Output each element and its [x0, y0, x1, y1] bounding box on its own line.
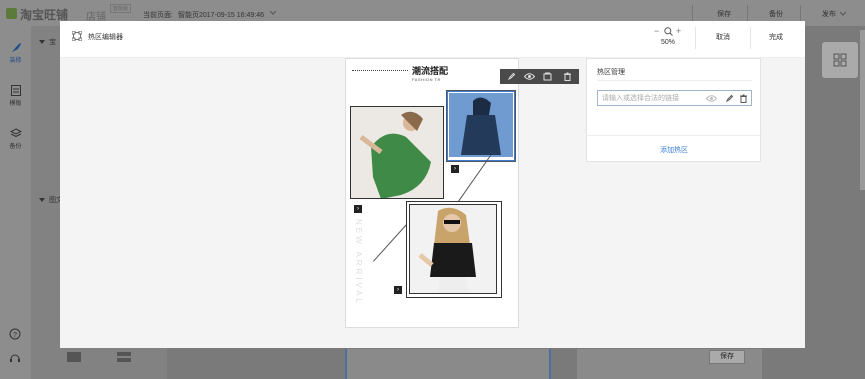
single-image-module-icon[interactable]	[67, 352, 81, 362]
trash-icon[interactable]	[563, 72, 572, 81]
zoom-in-button[interactable]: +	[676, 26, 681, 36]
hotspot-selection-border[interactable]	[447, 91, 515, 161]
rail-item-label: 装修	[9, 58, 22, 64]
bw-outfit-image	[409, 204, 497, 294]
rail-item-label: 备份	[9, 144, 22, 150]
version-badge: 智能版	[110, 4, 132, 13]
hotspot-toolbar	[500, 69, 579, 84]
vertical-text: NEW ARRIVAL	[354, 219, 363, 307]
background-save-button[interactable]: 保存	[709, 350, 745, 364]
decor-line	[456, 154, 492, 205]
module-grid-icon[interactable]	[822, 42, 858, 78]
template-icon	[10, 85, 21, 96]
double-image-module-icon[interactable]	[117, 352, 131, 362]
arrow-badge: ›	[354, 205, 362, 213]
current-page-label: 当前页面:	[143, 12, 173, 19]
zoom-level: 50%	[661, 39, 676, 46]
chevron-down-icon[interactable]	[270, 11, 276, 15]
headset-icon[interactable]	[9, 352, 21, 364]
done-button[interactable]: 完成	[769, 32, 783, 42]
panel-divider	[597, 80, 752, 81]
rail-item-label: 模板	[9, 101, 22, 107]
chevron-down-icon[interactable]	[840, 12, 846, 16]
backup-icon	[9, 128, 22, 138]
eye-icon[interactable]	[524, 72, 535, 81]
bw-outfit-frame	[406, 201, 502, 298]
svg-text:?: ?	[13, 332, 17, 339]
topbar-divider	[747, 5, 748, 21]
canvas-subtitle: FASHION TR	[412, 77, 441, 82]
copy-icon[interactable]	[543, 72, 552, 81]
add-hotspot-button[interactable]: 添加热区	[660, 145, 688, 155]
trash-icon[interactable]	[739, 94, 748, 103]
rail-item-backup[interactable]: 备份	[0, 128, 31, 150]
topbar-publish-button[interactable]: 发布	[822, 9, 836, 19]
section-label: 宝	[49, 39, 56, 46]
hotspot-canvas[interactable]: 潮流搭配 FASHION TR NEW ARRIVAL › › ›	[345, 58, 519, 328]
hotspot-management-panel: 热区管理 添加热区	[586, 58, 762, 162]
edit-link-icon[interactable]	[725, 94, 734, 103]
cancel-button[interactable]: 取消	[716, 32, 730, 42]
dotted-rule	[352, 70, 408, 71]
arrow-badge: ›	[451, 165, 459, 173]
modal-title: 热区编辑器	[88, 34, 123, 41]
page-scrollbar[interactable]	[860, 30, 865, 190]
rail-item-decorate[interactable]: 装修	[0, 42, 31, 64]
selected-hotspot-area[interactable]	[446, 90, 516, 162]
eye-icon[interactable]	[706, 94, 717, 103]
topbar-divider	[692, 5, 693, 21]
current-page-selector[interactable]: 智能页2017-09-15 16:49:46	[178, 10, 264, 20]
arrow-badge: ›	[394, 286, 402, 294]
green-outfit-image	[350, 106, 444, 199]
panel-divider	[587, 135, 762, 136]
hotspot-editor-modal: 热区编辑器 − + 50% 取消 完成 潮流搭配 FASHION TR NEW …	[60, 21, 805, 348]
background-canvas	[345, 349, 551, 379]
panel-title: 热区管理	[597, 69, 625, 76]
topbar-divider	[800, 5, 801, 21]
taobao-logo-icon	[6, 8, 17, 19]
header-divider	[750, 27, 751, 49]
help-icon[interactable]: ?	[9, 328, 21, 340]
canvas-title: 潮流搭配	[412, 66, 449, 76]
edit-link-icon[interactable]	[507, 72, 516, 81]
brush-icon	[11, 43, 21, 52]
caret-down-icon[interactable]	[39, 40, 45, 44]
hotspot-frame-icon	[72, 31, 82, 41]
topbar-save-button[interactable]: 保存	[717, 9, 731, 19]
topbar-backup-button[interactable]: 备份	[769, 9, 783, 19]
zoom-out-button[interactable]: −	[654, 26, 659, 36]
caret-down-icon[interactable]	[39, 198, 45, 202]
modal-header: 热区编辑器 − + 50% 取消 完成	[60, 21, 805, 58]
header-divider	[695, 27, 696, 49]
hotspot-link-input[interactable]	[598, 91, 703, 105]
rail-item-template[interactable]: 模板	[0, 85, 31, 107]
hotspot-link-row	[597, 90, 752, 106]
zoom-magnifier-icon	[664, 27, 673, 36]
left-rail: 装修 模板 备份 ?	[0, 26, 31, 379]
